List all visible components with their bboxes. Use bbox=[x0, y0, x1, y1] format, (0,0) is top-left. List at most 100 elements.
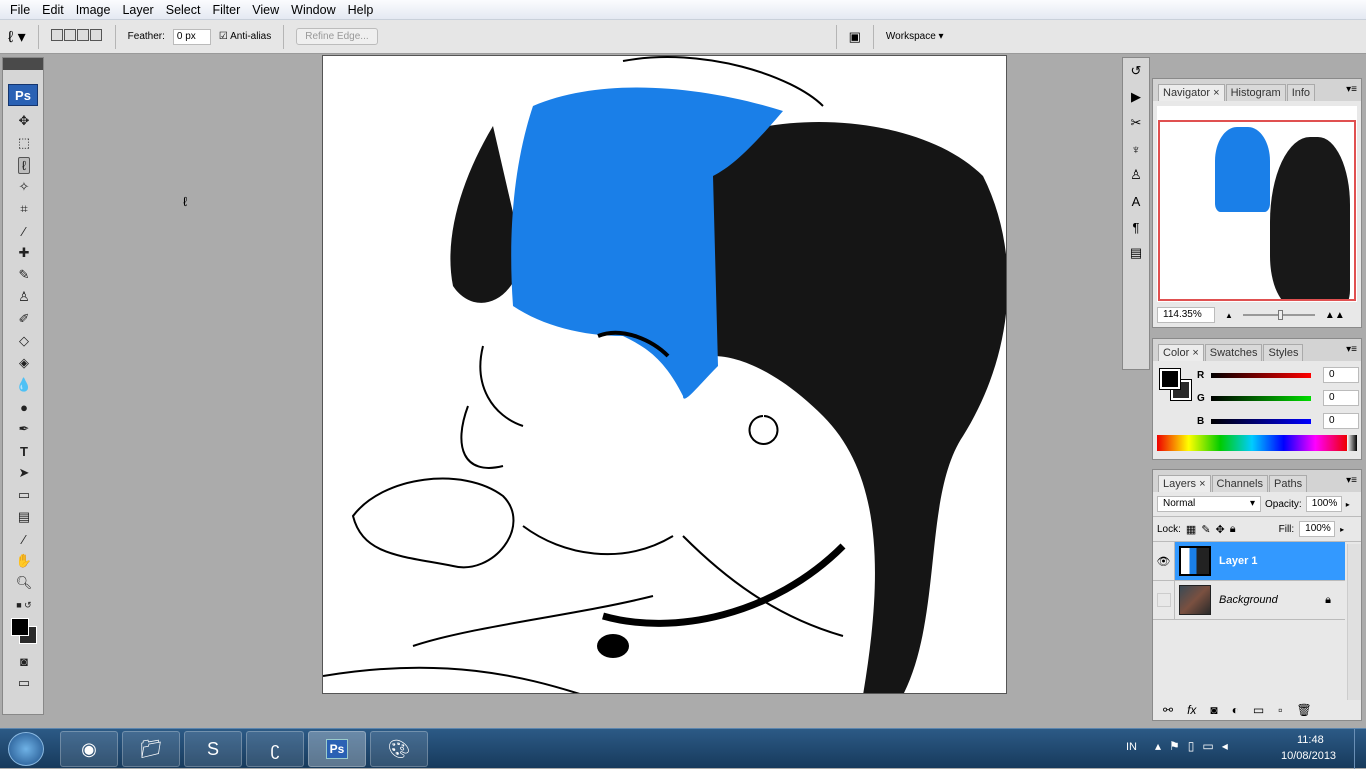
tab-navigator[interactable]: Navigator × bbox=[1158, 84, 1225, 101]
new-group-icon[interactable]: ▭ bbox=[1253, 703, 1264, 717]
actions-icon[interactable]: ▶ bbox=[1123, 84, 1149, 110]
taskbar-skype[interactable]: S bbox=[184, 731, 242, 767]
document-canvas[interactable] bbox=[322, 55, 1007, 694]
quick-mask-icon[interactable]: ◙ bbox=[3, 650, 45, 672]
zoom-slider-thumb[interactable] bbox=[1277, 310, 1283, 320]
foreground-color-swatch[interactable] bbox=[11, 618, 29, 636]
taskbar-chrome[interactable]: ◉ bbox=[60, 731, 118, 767]
tab-histogram[interactable]: Histogram bbox=[1225, 84, 1286, 101]
color-swatches[interactable] bbox=[3, 616, 43, 650]
tab-paths[interactable]: Paths bbox=[1269, 475, 1308, 492]
tab-channels[interactable]: Channels bbox=[1211, 475, 1268, 492]
tools-panel-header[interactable] bbox=[3, 58, 43, 70]
tab-swatches[interactable]: Swatches bbox=[1204, 344, 1263, 361]
delete-layer-icon[interactable]: 🗑︎ bbox=[1297, 703, 1312, 717]
menu-help[interactable]: Help bbox=[342, 3, 380, 17]
clock-time[interactable]: 11:48 bbox=[1297, 734, 1324, 746]
r-slider[interactable] bbox=[1211, 372, 1311, 378]
screen-mode-icon[interactable]: ▭ bbox=[3, 672, 45, 694]
layer-comps-icon[interactable]: ▤ bbox=[1123, 240, 1149, 266]
color-spectrum-bar[interactable] bbox=[1157, 435, 1357, 451]
eyedropper-icon-2[interactable]: ⁄ bbox=[3, 528, 45, 550]
photoshop-logo[interactable]: Ps bbox=[8, 84, 38, 106]
history-icon[interactable]: ↺ bbox=[1123, 58, 1149, 84]
lock-position-icon[interactable]: ✥ bbox=[1216, 523, 1225, 536]
clone-source-icon[interactable]: ♙ bbox=[1123, 162, 1149, 188]
workspace-button[interactable]: Workspace ▾ bbox=[886, 31, 944, 42]
refine-edge-button[interactable]: Refine Edge... bbox=[296, 28, 378, 45]
shape-tool-icon[interactable]: ▭ bbox=[3, 484, 45, 506]
healing-brush-icon[interactable]: ✚ bbox=[3, 242, 45, 264]
notes-tool-icon[interactable]: ▤ bbox=[3, 506, 45, 528]
add-mask-icon[interactable]: ◙ bbox=[1210, 703, 1217, 717]
lasso-tool-icon[interactable]: ℓ bbox=[3, 154, 45, 176]
layer-style-fx-icon[interactable]: fx bbox=[1187, 703, 1196, 717]
menu-edit[interactable]: Edit bbox=[36, 3, 70, 17]
panel-menu-icon[interactable]: ▾≡ bbox=[1346, 475, 1357, 486]
tab-styles[interactable]: Styles bbox=[1263, 344, 1304, 361]
language-indicator[interactable]: IN bbox=[1126, 741, 1137, 753]
hand-tool-icon[interactable]: ✋ bbox=[3, 550, 45, 572]
zoom-out-icon[interactable]: ▲ bbox=[1225, 311, 1233, 320]
layers-scrollbar[interactable] bbox=[1347, 544, 1361, 700]
pen-tool-icon[interactable]: ✒ bbox=[3, 418, 45, 440]
start-button[interactable] bbox=[8, 732, 44, 766]
view-box[interactable] bbox=[1158, 120, 1356, 301]
menu-view[interactable]: View bbox=[246, 3, 285, 17]
brush-tool-icon[interactable]: ✎ bbox=[3, 264, 45, 286]
layer-name[interactable]: Layer 1 bbox=[1219, 555, 1258, 567]
tab-color[interactable]: Color × bbox=[1158, 344, 1204, 361]
visibility-eye-icon[interactable]: 👁︎ bbox=[1153, 542, 1175, 580]
opacity-arrow-icon[interactable]: ▸ bbox=[1346, 500, 1350, 509]
navigator-preview[interactable] bbox=[1157, 106, 1357, 302]
tab-info[interactable]: Info bbox=[1286, 84, 1316, 101]
default-colors-icon[interactable]: ■ ↺ bbox=[3, 594, 45, 616]
g-input[interactable]: 0 bbox=[1323, 390, 1359, 406]
new-layer-icon[interactable]: ▫ bbox=[1278, 703, 1282, 717]
new-selection-icon[interactable] bbox=[50, 29, 63, 41]
add-selection-icon[interactable] bbox=[63, 29, 76, 41]
r-input[interactable]: 0 bbox=[1323, 367, 1359, 383]
layer-name[interactable]: Background bbox=[1219, 594, 1325, 606]
menu-window[interactable]: Window bbox=[285, 3, 341, 17]
g-slider[interactable] bbox=[1211, 395, 1311, 401]
feather-input[interactable]: 0 px bbox=[172, 28, 211, 45]
brushes-icon[interactable]: ♆ bbox=[1123, 136, 1149, 162]
b-input[interactable]: 0 bbox=[1323, 413, 1359, 429]
lasso-tool-preset-icon[interactable]: ℓ ▾ bbox=[8, 27, 26, 47]
adjustment-layer-icon[interactable]: ◐ bbox=[1232, 703, 1239, 717]
marquee-tool-icon[interactable]: ⬚ bbox=[3, 132, 45, 154]
subtract-selection-icon[interactable] bbox=[76, 29, 89, 41]
taskbar-photoshop[interactable]: Ps bbox=[308, 731, 366, 767]
show-desktop-button[interactable] bbox=[1354, 729, 1366, 769]
opacity-input[interactable]: 100% bbox=[1305, 496, 1342, 512]
selection-mode-buttons[interactable] bbox=[50, 29, 103, 44]
panel-menu-icon[interactable]: ▾≡ bbox=[1346, 344, 1357, 355]
layer-row-layer-1[interactable]: 👁︎ Layer 1 bbox=[1153, 542, 1345, 581]
crop-tool-icon[interactable]: ⌗ bbox=[3, 198, 45, 220]
magic-wand-icon[interactable]: ✧ bbox=[3, 176, 45, 198]
blend-mode-select[interactable]: Normal ▾ bbox=[1157, 496, 1261, 512]
tool-presets-icon[interactable]: ✂ bbox=[1123, 110, 1149, 136]
fill-arrow-icon[interactable]: ▸ bbox=[1340, 525, 1344, 534]
b-slider[interactable] bbox=[1211, 418, 1311, 424]
layer-row-background[interactable]: Background 🔒︎ bbox=[1153, 581, 1345, 620]
zoom-tool-icon[interactable]: 🔍︎ bbox=[3, 572, 45, 594]
taskbar-paint[interactable]: 🎨︎ bbox=[370, 731, 428, 767]
menu-image[interactable]: Image bbox=[70, 3, 117, 17]
taskbar-explorer[interactable]: 📁︎ bbox=[122, 731, 180, 767]
menu-select[interactable]: Select bbox=[160, 3, 207, 17]
path-selection-icon[interactable]: ➤ bbox=[3, 462, 45, 484]
character-icon[interactable]: A bbox=[1123, 188, 1149, 214]
history-brush-icon[interactable]: ✐ bbox=[3, 308, 45, 330]
clone-stamp-icon[interactable]: ♙ bbox=[3, 286, 45, 308]
link-layers-icon[interactable]: ⚯ bbox=[1163, 703, 1173, 717]
intersect-selection-icon[interactable] bbox=[89, 29, 102, 41]
visibility-toggle[interactable] bbox=[1153, 581, 1175, 619]
lock-pixels-icon[interactable]: ✎ bbox=[1201, 523, 1210, 536]
menu-file[interactable]: File bbox=[4, 3, 36, 17]
taskbar-app[interactable]: ʗ bbox=[246, 731, 304, 767]
zoom-level-input[interactable]: 114.35% bbox=[1157, 307, 1215, 323]
blur-tool-icon[interactable]: 💧 bbox=[3, 374, 45, 396]
antialias-checkbox[interactable]: ☑ Anti-alias bbox=[219, 31, 271, 42]
